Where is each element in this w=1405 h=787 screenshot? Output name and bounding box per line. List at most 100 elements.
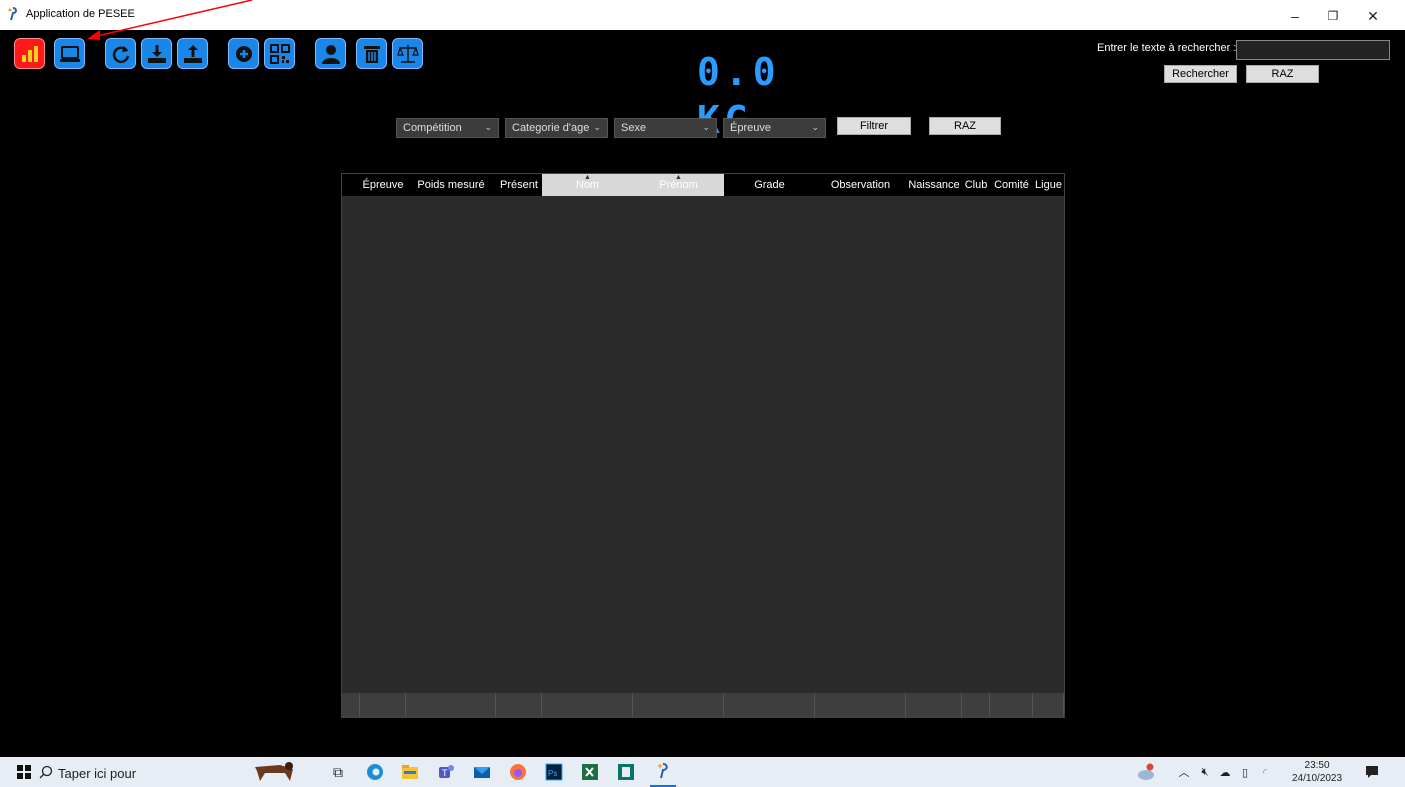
download-icon (147, 44, 166, 63)
news-widget-icon[interactable] (240, 757, 310, 787)
search-button[interactable]: Rechercher (1164, 65, 1237, 83)
restore-button[interactable]: ❐ (1318, 6, 1348, 26)
volume-muted-icon[interactable]: 🔇︎ (1196, 757, 1214, 787)
footer-cell (1033, 693, 1064, 717)
firefox-icon[interactable] (506, 757, 530, 787)
svg-text:Ps: Ps (548, 769, 557, 778)
windows-start-icon (17, 765, 31, 779)
column-header-observation[interactable]: Observation (815, 174, 906, 196)
search-input[interactable] (1236, 40, 1390, 60)
column-header-poids[interactable]: Poids mesuré (406, 174, 496, 196)
footer-cell (906, 693, 962, 717)
footer-cell (342, 693, 360, 717)
column-header-naissance[interactable]: Naissance (906, 174, 962, 196)
age-category-select-value: Categorie d'age (512, 122, 590, 134)
photoshop-icon[interactable]: Ps (542, 757, 566, 787)
footer-cell (990, 693, 1033, 717)
column-header-grade[interactable]: Grade (724, 174, 815, 196)
task-view-icon[interactable]: ⧉ (326, 757, 350, 787)
footer-cell (815, 693, 906, 717)
user-button[interactable] (315, 38, 346, 69)
minimize-button[interactable]: – (1280, 6, 1310, 26)
clock-time: 23:50 (1304, 760, 1330, 771)
start-button[interactable] (12, 757, 36, 787)
competition-select-value: Compétition (403, 122, 462, 134)
chevron-up-icon[interactable]: ︿ (1176, 757, 1192, 787)
clock[interactable]: 23:50 24/10/2023 (1292, 759, 1342, 785)
monitor-icon (59, 45, 80, 62)
bar-chart-icon (21, 45, 38, 62)
display-button[interactable] (54, 38, 85, 69)
add-button[interactable] (228, 38, 259, 69)
footer-cell (406, 693, 496, 717)
clock-date: 24/10/2023 (1292, 773, 1343, 784)
event-select-value: Épreuve (730, 122, 771, 134)
window-title: Application de PESEE (26, 8, 135, 20)
qr-code-button[interactable] (264, 38, 295, 69)
column-header-nom[interactable]: ▲ Nom (542, 174, 633, 196)
sort-asc-icon: ▲ (584, 174, 591, 181)
window-title-bar: Application de PESEE – ❐ ✕ (0, 0, 1405, 30)
weighing-table[interactable]: Épreuve Poids mesuré Présent ▲ Nom ▲ Pré… (341, 173, 1065, 718)
qr-code-icon (269, 43, 290, 64)
footer-cell (962, 693, 990, 717)
filter-reset-button[interactable]: RAZ (929, 117, 1001, 135)
age-category-select[interactable]: Categorie d'age ⌄ (505, 118, 608, 138)
network-icon[interactable]: ☁︎ (1216, 757, 1234, 787)
explorer-icon[interactable] (398, 757, 422, 787)
competition-select[interactable]: Compétition ⌄ (396, 118, 499, 138)
pesee-app-taskbar-icon[interactable] (650, 757, 676, 787)
refresh-icon (112, 45, 129, 63)
battery-icon[interactable]: ▯ (1236, 757, 1254, 787)
trash-icon (363, 45, 380, 63)
sort-asc-icon: ▲ (675, 174, 682, 181)
footer-cell (633, 693, 724, 717)
edge-icon[interactable] (363, 757, 387, 787)
column-header-present[interactable]: Présent (496, 174, 542, 196)
teams-icon[interactable]: T (434, 757, 458, 787)
balance-button[interactable] (392, 38, 423, 69)
export-button[interactable] (177, 38, 208, 69)
footer-cell (360, 693, 406, 717)
user-icon (321, 44, 340, 64)
footer-cell (496, 693, 542, 717)
chevron-down-icon: ⌄ (702, 122, 710, 132)
column-header-prenom[interactable]: ▲ Prénom (633, 174, 724, 196)
scale-icon (396, 44, 419, 63)
app-logo-icon (8, 7, 17, 21)
weather-icon[interactable] (1134, 757, 1158, 787)
import-button[interactable] (141, 38, 172, 69)
app-main: 0.0 KG Entrer le texte à rechercher : Re… (7, 0, 1399, 757)
footer-cell (724, 693, 815, 717)
chevron-down-icon: ⌄ (484, 122, 492, 132)
refresh-button[interactable] (105, 38, 136, 69)
event-select[interactable]: Épreuve ⌄ (723, 118, 826, 138)
publisher-icon[interactable] (614, 757, 638, 787)
filter-button[interactable]: Filtrer (837, 117, 911, 135)
stats-button[interactable] (14, 38, 45, 69)
mail-icon[interactable] (470, 757, 494, 787)
taskbar: Taper ici pour ⧉ T Ps ︿ 🔇︎ ☁︎ ▯ ◜ 23:50 … (0, 757, 1405, 787)
delete-button[interactable] (356, 38, 387, 69)
column-header-club[interactable]: Club (962, 174, 990, 196)
column-header-epreuve[interactable]: Épreuve (360, 174, 406, 196)
column-header-ligue[interactable]: Ligue (1033, 174, 1064, 196)
footer-cell (542, 693, 633, 717)
search-reset-button[interactable]: RAZ (1246, 65, 1319, 83)
search-label: Entrer le texte à rechercher : (1097, 42, 1237, 54)
row-header-corner (342, 174, 360, 196)
weight-display: 0.0 KG (697, 50, 781, 142)
wifi-icon[interactable]: ◜ (1256, 757, 1274, 787)
excel-icon[interactable] (578, 757, 602, 787)
sex-select[interactable]: Sexe ⌄ (614, 118, 717, 138)
taskbar-search-field[interactable]: Taper ici pour (58, 766, 136, 781)
search-icon[interactable] (36, 757, 56, 787)
svg-text:T: T (442, 768, 448, 778)
column-header-comite[interactable]: Comité (990, 174, 1033, 196)
plus-circle-icon (235, 45, 252, 62)
chevron-down-icon: ⌄ (811, 122, 819, 132)
table-footer (342, 693, 1064, 717)
notifications-icon[interactable] (1360, 757, 1384, 787)
upload-icon (183, 44, 202, 63)
close-button[interactable]: ✕ (1358, 6, 1388, 26)
